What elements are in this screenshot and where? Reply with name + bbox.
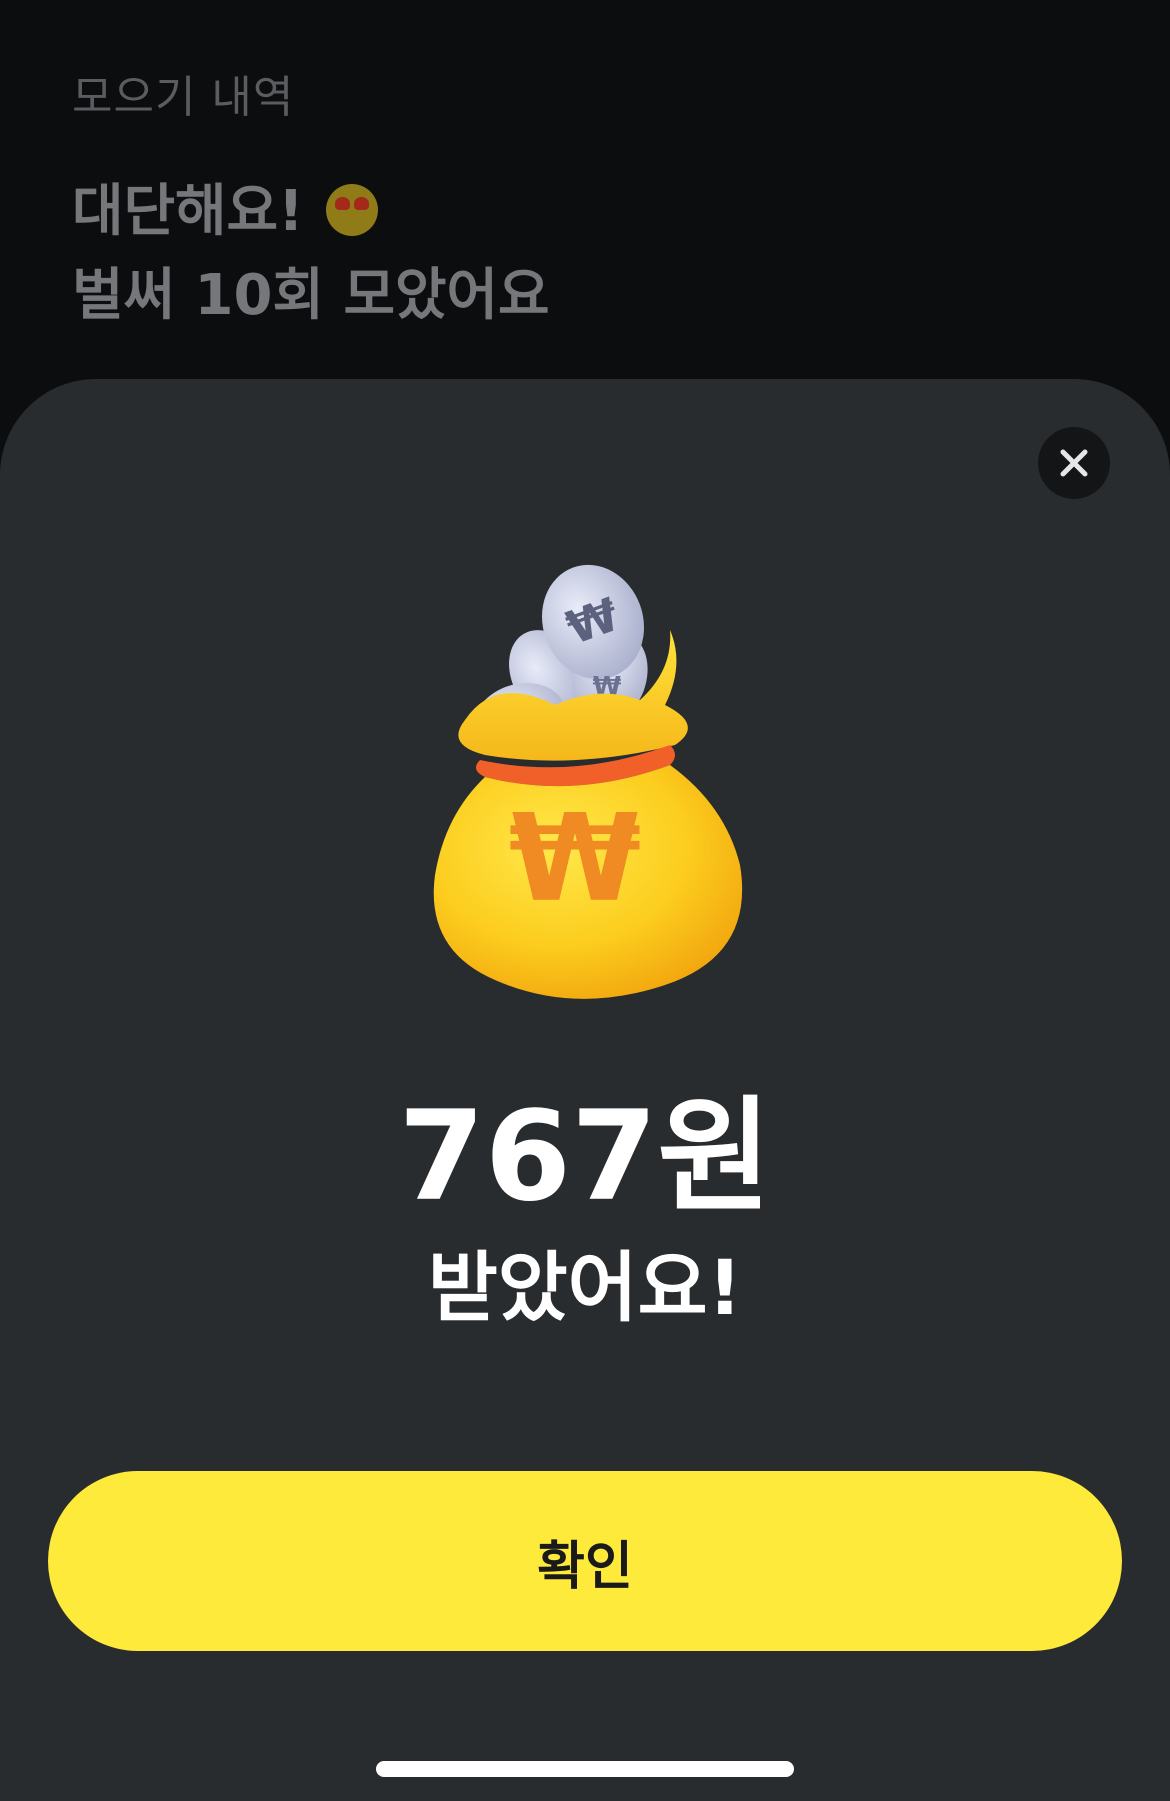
background-content: 모으기 내역 대단해요! 벌써 10회 모았어요 xyxy=(72,62,1098,338)
money-bag-icon: ₩ ₩ ₩ ₩ xyxy=(433,564,743,999)
screen: 모으기 내역 대단해요! 벌써 10회 모았어요 ₩ ₩ ₩ 767원 받았어요… xyxy=(0,0,1170,1801)
headline-line-2: 벌써 10회 모았어요 xyxy=(72,263,550,328)
headline-text-1: 대단해요! xyxy=(72,179,304,244)
section-title: 모으기 내역 xyxy=(72,72,295,123)
home-indicator[interactable] xyxy=(376,1761,794,1777)
svg-text:₩: ₩ xyxy=(509,790,641,929)
headline-line-1: 대단해요! xyxy=(72,170,1098,254)
headline: 대단해요! 벌써 10회 모았어요 xyxy=(72,170,1098,338)
close-icon xyxy=(1060,449,1088,477)
confirm-button-label: 확인 xyxy=(537,1536,633,1597)
heart-eyes-emoji-icon xyxy=(325,184,378,236)
reward-message: 받았어요! xyxy=(427,1243,743,1332)
reward-amount: 767원 xyxy=(398,1085,772,1229)
confirm-button[interactable]: 확인 xyxy=(48,1471,1122,1651)
close-button[interactable] xyxy=(1038,427,1110,499)
